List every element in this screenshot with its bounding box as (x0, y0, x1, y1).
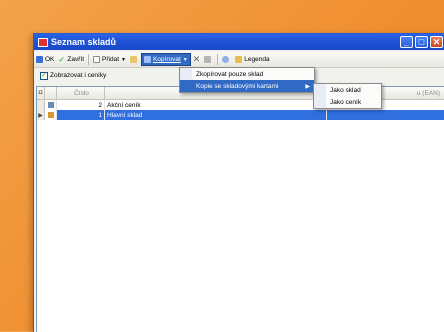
menu-item-copy-warehouse-only[interactable]: Zkopírovat pouze sklad (180, 68, 314, 80)
app-icon (38, 37, 48, 47)
menu-item-copy-with-cards[interactable]: Kopie se skladovými kartami ▶ (180, 80, 314, 92)
grid-corner[interactable]: ◘ (37, 87, 45, 99)
copy-icon (143, 56, 151, 63)
ok-label: OK (45, 56, 55, 63)
print-icon (204, 56, 212, 63)
add-label: Přidat (102, 56, 120, 63)
submenu-arrow-icon: ▶ (305, 83, 310, 90)
menu-item-label: Jako ceník (330, 98, 362, 106)
column-icon-header[interactable] (45, 87, 57, 99)
filter-icon (222, 56, 230, 63)
warehouse-list-window: Seznam skladů _ □ ✕ OK ✓ Zavřít Přidat ▼… (33, 33, 444, 332)
save-icon (36, 56, 43, 63)
legend-label: Legenda (244, 56, 270, 63)
pricelist-icon (47, 102, 54, 108)
row-indicator: ▶ (37, 110, 45, 120)
print-button[interactable] (202, 53, 215, 66)
row-icon-cell (45, 110, 57, 120)
new-document-icon (93, 56, 101, 63)
edit-button[interactable] (128, 53, 141, 66)
toolbar-separator (88, 54, 90, 65)
copy-submenu: Jako sklad Jako ceník (313, 83, 382, 109)
toolbar-separator (217, 54, 219, 65)
filter-button[interactable] (220, 53, 233, 66)
row-number: 2 (57, 100, 105, 110)
menu-item-label: Kopie se skladovými kartami (196, 82, 279, 90)
legend-icon (235, 56, 243, 63)
maximize-button[interactable]: □ (415, 36, 428, 48)
show-pricelists-label: Zobrazovat i ceníky (50, 72, 107, 79)
add-button[interactable]: Přidat ▼ (91, 53, 128, 66)
close-window-button[interactable]: ✕ (430, 36, 443, 48)
chevron-down-icon: ▼ (182, 56, 188, 63)
delete-icon: ✕ (192, 54, 201, 64)
column-code-header[interactable]: Číslo (57, 87, 105, 99)
row-ean (327, 110, 444, 120)
menu-item-label: Zkopírovat pouze sklad (196, 70, 264, 78)
row-number: 1 (57, 110, 105, 120)
close-button[interactable]: ✓ Zavřít (56, 53, 86, 66)
warehouse-grid: ◘ Číslo u (EAN) 2 Akční ceník ▶ 1 Hlavní… (36, 86, 444, 332)
toolbar: OK ✓ Zavřít Přidat ▼ Kopírovat ▼ ✕ Legen… (34, 52, 444, 68)
copy-label: Kopírovat (152, 56, 181, 63)
ok-button[interactable]: OK (34, 53, 56, 66)
menu-item-as-pricelist[interactable]: Jako ceník (314, 96, 381, 108)
row-indicator (37, 100, 45, 110)
menu-item-as-warehouse[interactable]: Jako sklad (314, 84, 381, 96)
warehouse-icon (47, 112, 54, 118)
delete-button[interactable]: ✕ (191, 53, 203, 66)
window-title: Seznam skladů (51, 37, 117, 47)
minimize-button[interactable]: _ (400, 36, 413, 48)
edit-icon (129, 56, 137, 63)
row-name: Akční ceník (105, 100, 327, 110)
table-row[interactable]: 2 Akční ceník (37, 100, 444, 110)
check-icon: ✓ (58, 55, 66, 64)
menu-item-label: Jako sklad (330, 86, 361, 94)
row-name: Hlavní sklad (105, 110, 327, 120)
table-row[interactable]: ▶ 1 Hlavní sklad (37, 110, 444, 120)
row-icon-cell (45, 100, 57, 110)
show-pricelists-checkbox[interactable]: ✓ (40, 71, 48, 80)
legend-button[interactable]: Legenda (233, 53, 271, 66)
copy-dropdown-menu: Zkopírovat pouze sklad Kopie se skladový… (179, 67, 315, 93)
copy-button[interactable]: Kopírovat ▼ (140, 53, 191, 66)
close-label: Zavřít (67, 56, 85, 63)
chevron-down-icon: ▼ (121, 56, 126, 63)
title-bar: Seznam skladů _ □ ✕ (34, 34, 444, 50)
